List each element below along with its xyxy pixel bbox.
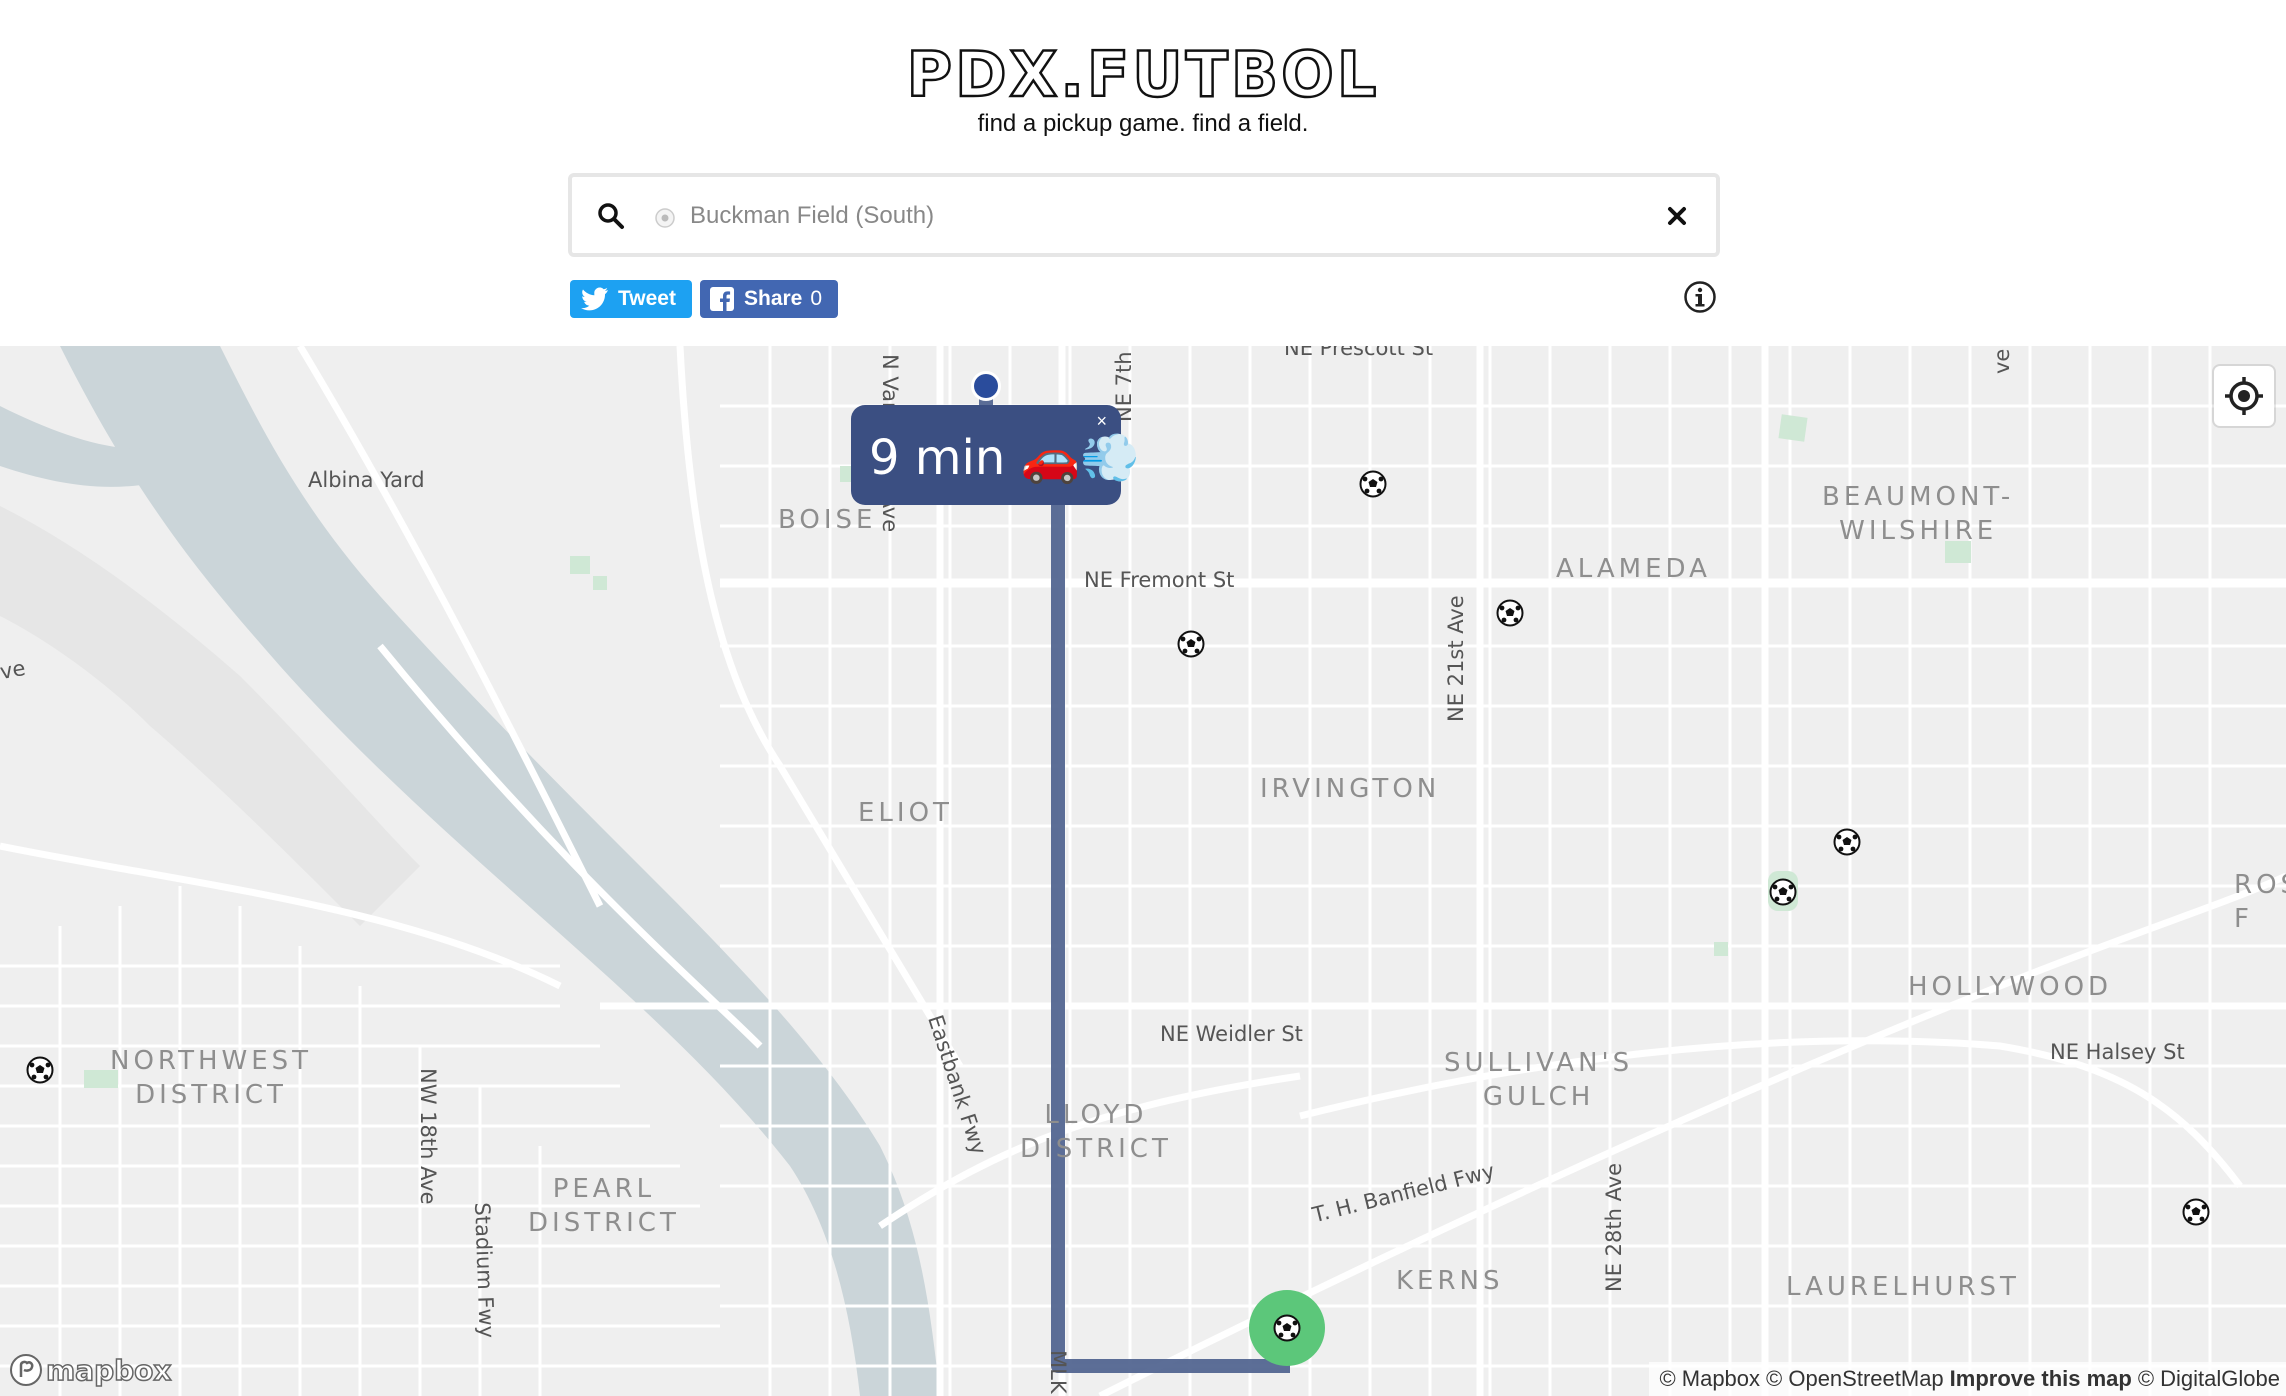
street-label: NE Fremont St bbox=[1084, 568, 1235, 592]
neighborhood-label: IRVINGTON bbox=[1260, 774, 1441, 804]
neighborhood-label: KERNS bbox=[1396, 1266, 1504, 1296]
soccer-field-marker[interactable] bbox=[1769, 878, 1797, 906]
search-bar[interactable] bbox=[568, 173, 1720, 257]
mapbox-logo-text: mapbox bbox=[45, 1353, 172, 1388]
popup-close-button[interactable]: × bbox=[1096, 411, 1107, 432]
neighborhood-label: ALAMEDA bbox=[1556, 554, 1711, 584]
route-duration: 9 min 🚗💨 bbox=[869, 430, 1141, 486]
site-logo[interactable]: PDX.FUTBOL bbox=[0, 37, 2286, 113]
neighborhood-label: LLOYD DISTRICT bbox=[1020, 1100, 1172, 1164]
header: PDX.FUTBOL find a pickup game. find a fi… bbox=[0, 0, 2286, 346]
street-label: MLK bbox=[1046, 1350, 1070, 1394]
improve-map-link[interactable]: Improve this map bbox=[1950, 1366, 2132, 1392]
soccer-field-marker[interactable] bbox=[1359, 470, 1387, 498]
route-duration-popup: 9 min 🚗💨 × bbox=[851, 405, 1140, 505]
soccer-ball-icon bbox=[655, 208, 675, 228]
street-label: NE Prescott St bbox=[1284, 346, 1434, 360]
neighborhood-label: BOISE bbox=[778, 505, 877, 535]
search-icon[interactable] bbox=[596, 201, 626, 231]
street-label: ve bbox=[0, 655, 28, 685]
neighborhood-label: HOLLYWOOD bbox=[1908, 972, 2113, 1002]
attribution-mapbox-link[interactable]: © Mapbox bbox=[1659, 1366, 1760, 1392]
close-icon[interactable] bbox=[1660, 199, 1694, 233]
facebook-share-label: Share bbox=[744, 287, 803, 310]
street-label: NE Halsey St bbox=[2050, 1040, 2185, 1064]
tweet-button[interactable]: Tweet bbox=[570, 280, 692, 318]
mapbox-logo-icon bbox=[10, 1354, 42, 1386]
neighborhood-label: PEARL DISTRICT bbox=[528, 1174, 680, 1238]
soccer-field-marker[interactable] bbox=[1833, 828, 1861, 856]
neighborhood-label: BEAUMONT- WILSHIRE bbox=[1822, 482, 2015, 546]
crosshair-icon bbox=[2225, 377, 2263, 415]
street-label: NE 21st Ave bbox=[1444, 595, 1468, 722]
soccer-field-marker[interactable] bbox=[2182, 1198, 2210, 1226]
street-label: NE Weidler St bbox=[1160, 1022, 1303, 1046]
neighborhood-label: ELIOT bbox=[858, 798, 953, 828]
twitter-icon bbox=[581, 287, 608, 311]
street-label: NE 28th Ave bbox=[1602, 1162, 1626, 1292]
attribution-osm-link[interactable]: © OpenStreetMap bbox=[1766, 1366, 1944, 1392]
soccer-field-marker[interactable] bbox=[26, 1056, 54, 1084]
soccer-field-marker[interactable] bbox=[1177, 630, 1205, 658]
neighborhood-label: ROS F bbox=[2234, 870, 2286, 934]
tagline: find a pickup game. find a field. bbox=[977, 110, 1309, 137]
search-input[interactable] bbox=[690, 195, 1590, 237]
neighborhood-label: NORTHWEST DISTRICT bbox=[110, 1046, 313, 1110]
neighborhood-label: SULLIVAN'S GULCH bbox=[1444, 1048, 1634, 1112]
street-label: ve bbox=[1990, 348, 2014, 374]
soccer-field-marker[interactable] bbox=[1496, 599, 1524, 627]
facebook-share-button[interactable]: Share 0 bbox=[700, 280, 838, 318]
attribution-digitalglobe-link[interactable]: © DigitalGlobe bbox=[2138, 1366, 2280, 1392]
geolocate-button[interactable] bbox=[2214, 366, 2274, 426]
map-attribution: © Mapbox © OpenStreetMap Improve this ma… bbox=[1649, 1362, 2286, 1396]
tweet-label: Tweet bbox=[618, 287, 676, 310]
mapbox-logo[interactable]: mapbox bbox=[8, 1352, 172, 1388]
neighborhood-label: LAURELHURST bbox=[1786, 1272, 2020, 1302]
map[interactable]: BOISE BEAUMONT- WILSHIRE ALAMEDA ELIOT I… bbox=[0, 346, 2286, 1396]
street-label: Albina Yard bbox=[308, 468, 425, 492]
street-label: NW 18th Ave bbox=[416, 1068, 440, 1205]
facebook-icon bbox=[710, 287, 734, 311]
street-label: Stadium Fwy bbox=[470, 1202, 499, 1339]
facebook-share-count: 0 bbox=[810, 287, 823, 310]
selected-field-marker[interactable] bbox=[1273, 1314, 1301, 1342]
info-icon[interactable] bbox=[1683, 280, 1717, 314]
